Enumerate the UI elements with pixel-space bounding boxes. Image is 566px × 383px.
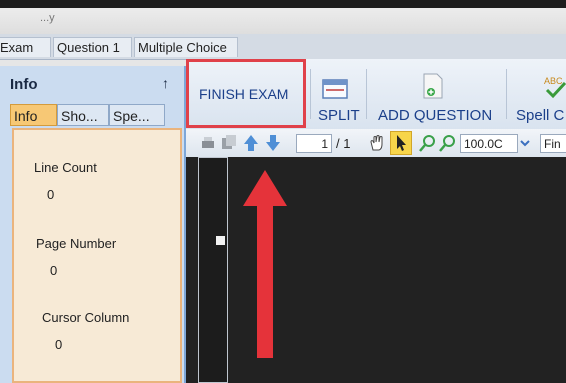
doc-tab-bar: Exam Question 1 Multiple Choice — [0, 34, 566, 60]
cursor-column-label: Cursor Column — [42, 310, 130, 325]
split-button[interactable]: SPLIT — [318, 107, 360, 124]
spell-check-icon: ABC — [544, 76, 566, 99]
find-input[interactable]: Fin — [540, 134, 566, 153]
arrow-up-icon[interactable] — [242, 133, 260, 153]
split-icon — [322, 79, 348, 99]
arrow-down-icon[interactable] — [264, 133, 282, 153]
page-number-input[interactable]: 1 — [296, 134, 332, 153]
page-number-value: 0 — [50, 263, 58, 278]
info-panel-title: Info — [10, 76, 38, 93]
tab-question-1[interactable]: Question 1 — [53, 37, 132, 57]
tab-exam[interactable]: Exam — [0, 37, 51, 57]
finish-exam-button[interactable]: FINISH EXAM — [186, 59, 306, 128]
page-total: / 1 — [336, 136, 351, 151]
chevron-down-icon[interactable] — [519, 135, 531, 151]
hand-tool-icon[interactable] — [368, 134, 386, 152]
copy-icon[interactable] — [220, 134, 238, 152]
line-count-value: 0 — [47, 187, 55, 202]
add-question-icon — [423, 73, 443, 99]
tab-multiple-choice[interactable]: Multiple Choice — [134, 37, 238, 57]
zoom-input[interactable]: 100.0C — [460, 134, 518, 153]
pin-icon[interactable]: ↑ — [162, 75, 169, 91]
line-count-label: Line Count — [34, 160, 97, 175]
svg-text:ABC: ABC — [544, 76, 563, 86]
zoom-out-icon[interactable] — [418, 134, 436, 152]
info-fields: Line Count 0 Page Number 0 Cursor Column… — [12, 128, 182, 383]
page-number-label: Page Number — [36, 236, 117, 251]
top-strip: ...y — [0, 0, 566, 34]
cursor-arrow-icon — [397, 135, 406, 151]
top-edge — [0, 0, 566, 8]
ribbon: FINISH EXAM SPLIT ADD QUESTION ABC Spell… — [186, 59, 566, 130]
page-thumbnail-strip[interactable] — [198, 157, 228, 383]
finish-exam-label: FINISH EXAM — [199, 86, 289, 102]
window-crumb: ...y — [40, 12, 55, 24]
panel-tab-spell[interactable]: Spe... — [109, 104, 165, 126]
annotation-arrow-up-icon — [243, 170, 287, 358]
add-question-button[interactable]: ADD QUESTION — [378, 107, 492, 124]
print-icon[interactable] — [200, 135, 216, 151]
info-panel: Info ↑ Info Sho... Spe... Line Count 0 P… — [0, 66, 186, 383]
document-toolbar: 1 / 1 100.0C Fin — [186, 129, 566, 158]
select-tool-button[interactable] — [390, 131, 412, 155]
cursor-column-value: 0 — [55, 337, 63, 352]
ribbon-separator — [366, 69, 367, 119]
ribbon-separator — [310, 69, 311, 119]
zoom-in-icon[interactable] — [438, 134, 456, 152]
spell-check-button[interactable]: Spell C — [516, 107, 564, 124]
ribbon-separator — [506, 69, 507, 119]
panel-tab-info[interactable]: Info — [10, 104, 57, 126]
panel-tab-show[interactable]: Sho... — [57, 104, 109, 126]
page-thumbnail[interactable] — [216, 236, 225, 245]
